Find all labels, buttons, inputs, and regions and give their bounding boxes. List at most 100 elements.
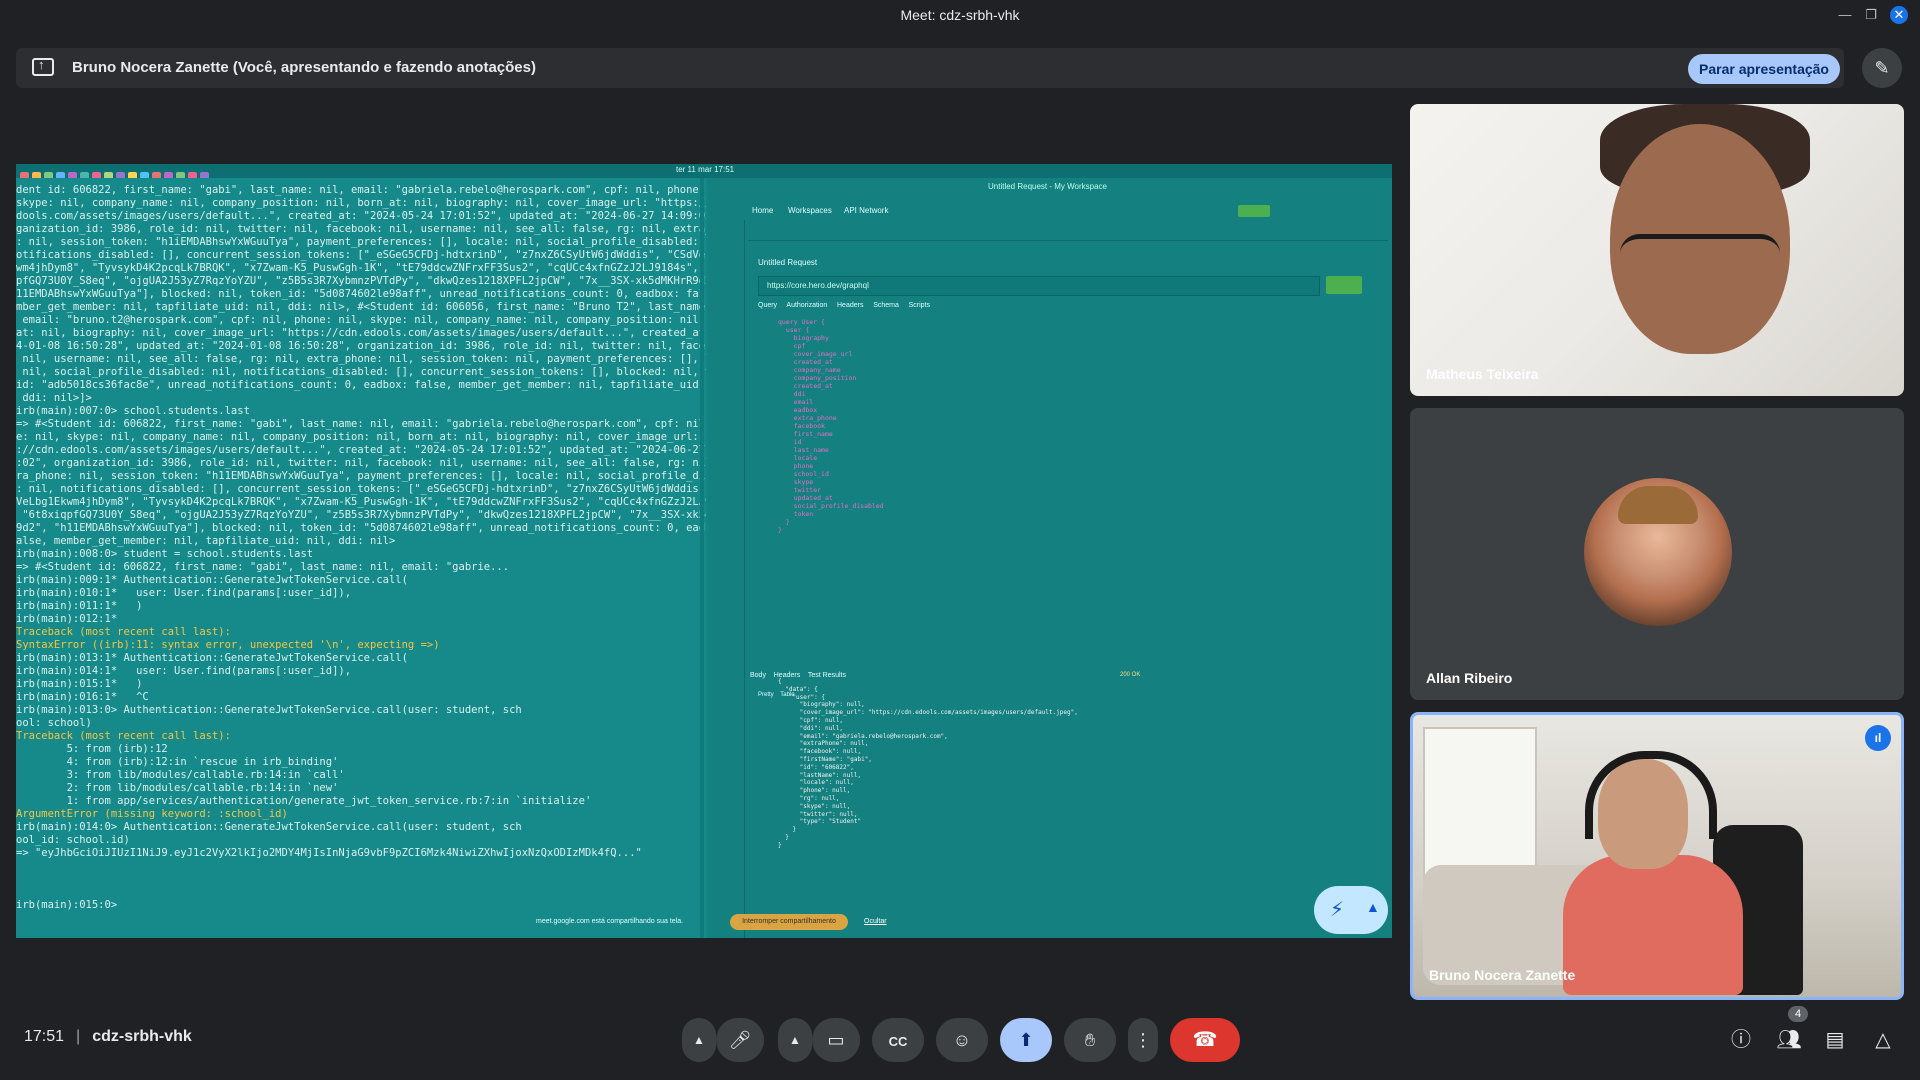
terminal-line: skype: nil, company_name: nil, company_p…: [16, 197, 706, 209]
terminal-line: irb(main):014:0> Authentication::Generat…: [16, 821, 522, 833]
postman-invite-button[interactable]: [1238, 205, 1270, 217]
postman-tab-authorization[interactable]: Authorization: [786, 302, 827, 309]
participant-tile[interactable]: Allan Ribeiro: [1410, 408, 1904, 700]
postman-query-button[interactable]: [1326, 276, 1362, 294]
terminal-line: wm4jhDym8", "TyvsykD4K2pcqLk7BRQK", "x7Z…: [16, 262, 706, 274]
annotation-pen-icon[interactable]: ⚡: [1330, 897, 1344, 922]
restore-icon[interactable]: ❐: [1862, 6, 1880, 24]
audio-options-chevron-icon[interactable]: ▲: [682, 1018, 716, 1062]
present-button[interactable]: ⬆: [1000, 1018, 1052, 1062]
terminal-line: : nil, notifications_disabled: [], concu…: [16, 483, 706, 495]
camera-icon: ▭: [827, 1030, 845, 1050]
meeting-info: 17:51 | cdz-srbh-vhk: [24, 1028, 192, 1045]
participant-headset: [1585, 751, 1717, 839]
postman-url-field[interactable]: https://core.hero.dev/graphql: [758, 276, 1320, 296]
end-call-button[interactable]: ☎︎: [1170, 1018, 1240, 1062]
stop-presenting-button[interactable]: Parar apresentação: [1688, 54, 1840, 84]
postman-nav-workspaces[interactable]: Workspaces: [788, 206, 832, 215]
postman-window: Untitled Request - My Workspace Home Wor…: [708, 178, 1392, 938]
terminal-line: ool_id: school.id): [16, 834, 130, 846]
minimize-icon[interactable]: —: [1836, 6, 1854, 24]
terminal-line: mber_get_member: nil, tapfiliate_uid: ni…: [16, 301, 706, 313]
camera-button[interactable]: ▭: [812, 1018, 860, 1062]
terminal-line: id: "adb5018cs36fac8e", unread_notificat…: [16, 379, 706, 391]
close-icon[interactable]: ✕: [1890, 6, 1908, 24]
postman-sidebar: [708, 220, 745, 938]
chevron-up-icon[interactable]: ▲: [1366, 899, 1380, 915]
raise-hand-icon: ✋︎: [1084, 1030, 1096, 1050]
info-icon[interactable]: ⓘ: [1726, 1026, 1756, 1054]
terminal-line: ganization_id: 3986, role_id: nil, twitt…: [16, 223, 706, 235]
raise-hand-button[interactable]: ✋︎: [1064, 1018, 1116, 1062]
present-screen-icon: [32, 57, 54, 76]
terminal-line: Traceback (most recent call last):: [16, 730, 231, 742]
participant-name: Allan Ribeiro: [1426, 670, 1513, 686]
terminal-output: dent id: 606822, first_name: "gabi", las…: [16, 178, 706, 912]
annotation-toolbar[interactable]: ⚡ ▲: [1314, 886, 1388, 934]
desktop-clock: ter 11 mar 17:51: [676, 165, 735, 174]
terminal-line: irb(main):010:1* user: User.find(params[…: [16, 587, 352, 599]
present-icon: ⬆: [1018, 1030, 1034, 1050]
end-call-icon: ☎︎: [1192, 1029, 1218, 1051]
shared-screen: ter 11 mar 17:51 dent id: 606822, first_…: [16, 164, 1392, 938]
more-options-button[interactable]: ⋮: [1128, 1018, 1158, 1062]
terminal-line: 3: from lib/modules/callable.rb:14:in `c…: [66, 769, 345, 781]
window-title: Meet: cdz-srbh-vhk: [900, 7, 1020, 23]
mic-button[interactable]: 🎤︎: [716, 1018, 764, 1062]
postman-tabs-row: Query Authorization Headers Schema Scrip…: [758, 302, 930, 309]
terminal-line: otifications_disabled: [], concurrent_se…: [16, 249, 706, 261]
activities-icon[interactable]: △: [1868, 1026, 1898, 1054]
postman-title: Untitled Request - My Workspace: [988, 182, 1108, 191]
terminal-line: ddi: nil>]>: [22, 392, 92, 404]
more-vert-icon: ⋮: [1134, 1030, 1152, 1050]
emoji-icon: ☺: [952, 1030, 972, 1050]
window-titlebar: Meet: cdz-srbh-vhk — ❐ ✕: [0, 0, 1920, 30]
terminal-line: => #<Student id: 606822, first_name: "ga…: [16, 561, 510, 573]
share-notice-text: meet.google.com está compartilhando sua …: [536, 918, 684, 925]
captions-icon: CC: [888, 1034, 908, 1049]
postman-tab-headers[interactable]: Headers: [837, 302, 863, 309]
terminal-line: nil, social_profile_disabled: nil, notif…: [22, 366, 706, 378]
terminal-line: irb(main):008:0> student = school.studen…: [16, 548, 314, 560]
meeting-code: cdz-srbh-vhk: [92, 1028, 192, 1045]
terminal-line: VeLbg1Ekwm4jhDym8", "TyvsykD4K2pcqLk7BRQ…: [16, 496, 706, 508]
emoji-button[interactable]: ☺: [936, 1018, 988, 1062]
terminal-line: irb(main):016:1* ^C: [16, 691, 149, 703]
postman-nav-api-network[interactable]: API Network: [844, 206, 888, 215]
participant-name: Matheus Teixeira: [1426, 366, 1539, 382]
postman-tab-query[interactable]: Query: [758, 302, 777, 309]
terminal-line: "6t8xiqpfGQ73U0Y_S8eq", "ojgUA2J53yZ7Rqz…: [22, 509, 706, 521]
postman-tab-scripts[interactable]: Scripts: [909, 302, 930, 309]
hide-notice-link[interactable]: Ocultar: [864, 918, 887, 925]
postman-tab-schema[interactable]: Schema: [873, 302, 899, 309]
terminal-line: 1: from app/services/authentication/gene…: [66, 795, 592, 807]
participant-glasses: [1620, 234, 1780, 273]
terminal-line: irb(main):015:1* ): [16, 678, 143, 690]
annotate-pen-icon[interactable]: ✎: [1862, 48, 1902, 88]
terminal-line: 4-01-08 16:50:28", updated_at: "2024-01-…: [16, 340, 706, 352]
shared-desktop-topbar: ter 11 mar 17:51: [16, 164, 1392, 180]
people-icon[interactable]: 👥︎: [1774, 1026, 1804, 1054]
terminal-line: pfGQ73U0Y_S8eq", "ojgUA2J53yZ7RqzYoYZU",…: [16, 275, 706, 287]
chat-icon[interactable]: ▤: [1820, 1026, 1850, 1054]
terminal-line: dools.com/assets/images/users/default...…: [16, 210, 706, 222]
participant-tile[interactable]: Matheus Teixeira: [1410, 104, 1904, 396]
terminal-line: 4: from (irb):12:in `rescue in irb_bindi…: [66, 756, 339, 768]
mic-icon: 🎤︎: [728, 1030, 752, 1050]
terminal-line: irb(main):013:1* Authentication::Generat…: [16, 652, 408, 664]
postman-nav-home[interactable]: Home: [752, 206, 773, 215]
terminal-line: 2: from lib/modules/callable.rb:14:in `n…: [66, 782, 339, 794]
captions-button[interactable]: CC: [872, 1018, 924, 1062]
terminal-line: ArgumentError (missing keyword: :school_…: [16, 808, 288, 820]
participant-tile-self[interactable]: ıl Bruno Nocera Zanette: [1410, 712, 1904, 1000]
terminal-line: nil, username: nil, see_all: false, rg: …: [22, 353, 706, 365]
terminal-line: SyntaxError ((irb):11: syntax error, une…: [16, 639, 440, 651]
postman-status: 200 OK: [1120, 672, 1141, 678]
participant-video: [1423, 727, 1537, 881]
video-options-chevron-icon[interactable]: ▲: [778, 1018, 812, 1062]
postman-query-editor[interactable]: query User { user { biography cpf cover_…: [778, 318, 884, 534]
stop-sharing-button[interactable]: Interromper compartilhamento: [730, 914, 848, 930]
share-notice-bar: meet.google.com está compartilhando sua …: [536, 914, 1096, 932]
speaking-indicator-icon: ıl: [1865, 725, 1891, 751]
postman-request-title: Untitled Request: [758, 258, 818, 267]
